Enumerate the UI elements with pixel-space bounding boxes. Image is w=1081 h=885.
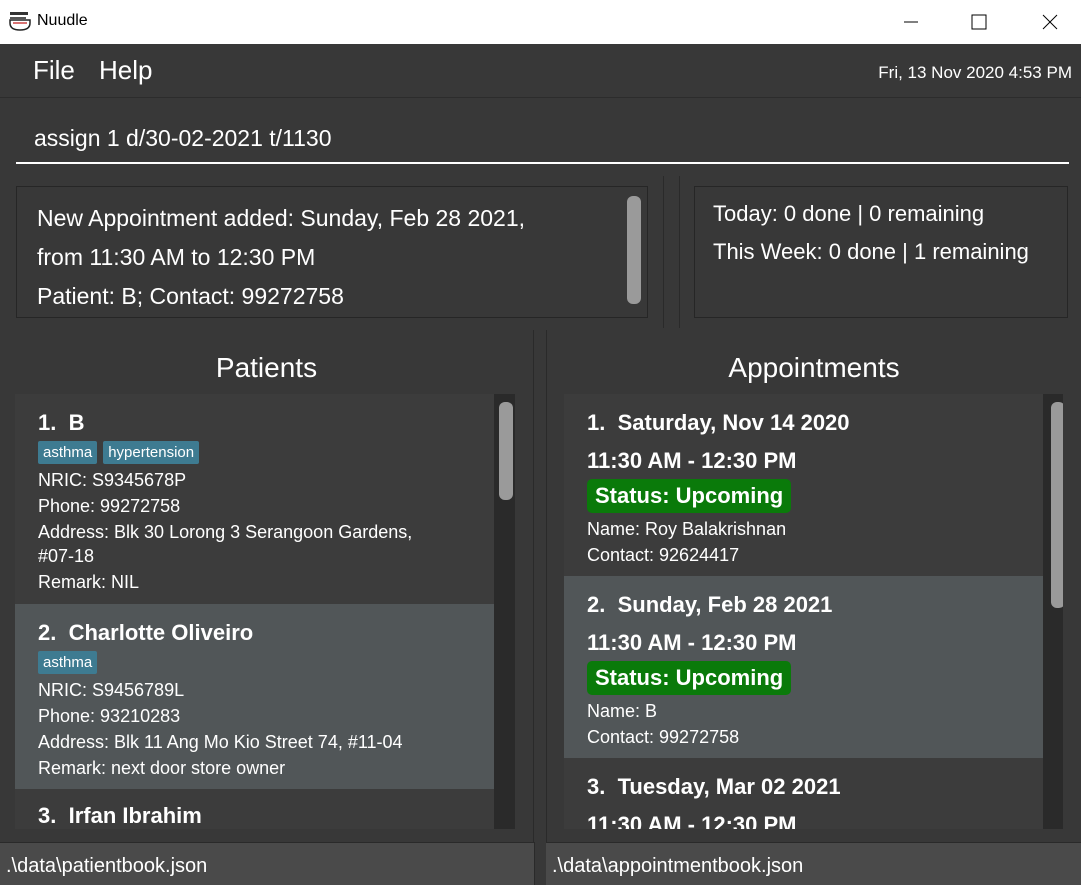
patient-list[interactable]: 1. B asthma hypertension NRIC: S9345678P …	[15, 394, 515, 829]
title-bar: Nuudle	[0, 0, 1081, 44]
appointment-time: 11:30 AM - 12:30 PM	[587, 812, 797, 829]
status-badge: Status: Upcoming	[587, 479, 792, 513]
appointment-time: 11:30 AM - 12:30 PM	[587, 448, 797, 473]
patient-tags: asthma hypertension	[38, 441, 205, 464]
patient-name: 3. Irfan Ibrahim	[38, 803, 202, 829]
menu-help[interactable]: Help	[99, 55, 152, 86]
close-icon	[1042, 14, 1058, 30]
appointment-date-text: Saturday, Nov 14 2020	[617, 410, 850, 435]
maximize-icon	[971, 14, 987, 30]
patient-nric: NRIC: S9345678P	[38, 470, 187, 490]
appointment-card[interactable]: 1. Saturday, Nov 14 2020 11:30 AM - 12:3…	[564, 394, 1043, 576]
patients-title: Patients	[215, 352, 318, 383]
command-input[interactable]	[16, 114, 1069, 164]
result-message: New Appointment added: Sunday, Feb 28 20…	[37, 205, 526, 309]
patient-remark: Remark: next door store owner	[38, 758, 286, 778]
menu-bar: File Help Fri, 13 Nov 2020 4:53 PM	[0, 44, 1081, 98]
appointment-list-scrollbar[interactable]	[1051, 402, 1063, 608]
stats-display-area: Today: 0 done | 0 remaining This Week: 0…	[679, 176, 1081, 328]
patient-list-scrollbar[interactable]	[499, 402, 513, 500]
appointment-time: 11:30 AM - 12:30 PM	[587, 630, 797, 655]
tag: hypertension	[103, 441, 200, 464]
appointment-date: 1. Saturday, Nov 14 2020	[587, 410, 850, 436]
patient-name-text: B	[68, 410, 85, 435]
result-scrollbar[interactable]	[627, 196, 641, 304]
appointment-contact: Contact: 92624417	[587, 545, 740, 565]
tag: asthma	[38, 651, 98, 674]
appointment-date: 2. Sunday, Feb 28 2021	[587, 592, 832, 618]
stats-week: This Week: 0 done | 1 remaining	[713, 239, 1029, 264]
noodle-bowl-icon	[9, 12, 31, 31]
stats-today: Today: 0 done | 0 remaining	[713, 201, 985, 226]
appointments-panel: Appointments 1. Saturday, Nov 14 2020 11…	[546, 330, 1081, 842]
close-button[interactable]	[1027, 0, 1073, 44]
result-display-area: New Appointment added: Sunday, Feb 28 20…	[0, 176, 664, 328]
patient-index: 1.	[38, 410, 57, 435]
tag: asthma	[38, 441, 98, 464]
patient-nric: NRIC: S9456789L	[38, 680, 185, 700]
patient-address-cont: #07-18	[38, 546, 95, 566]
app-title: Nuudle	[37, 12, 88, 29]
appointment-card[interactable]: 3. Tuesday, Mar 02 2021 11:30 AM - 12:30…	[564, 758, 1043, 829]
patient-phone: Phone: 99272758	[38, 496, 181, 516]
patient-card[interactable]: 1. B asthma hypertension NRIC: S9345678P …	[15, 394, 494, 604]
patient-status-bar: .\data\patientbook.json	[0, 842, 535, 885]
patients-panel: Patients 1. B asthma hypertension NRIC: S…	[0, 330, 534, 842]
patient-phone: Phone: 93210283	[38, 706, 181, 726]
appointment-patient-name: Name: B	[587, 701, 658, 721]
patient-index: 2.	[38, 620, 57, 645]
appointment-index: 2.	[587, 592, 606, 617]
minimize-button[interactable]	[888, 0, 934, 44]
patient-index: 3.	[38, 803, 57, 828]
patient-tags: asthma	[38, 651, 103, 674]
current-datetime: Fri, 13 Nov 2020 4:53 PM	[878, 63, 1072, 82]
maximize-button[interactable]	[956, 0, 1002, 44]
patient-card[interactable]: 3. Irfan Ibrahim	[15, 789, 494, 829]
appointment-contact: Contact: 99272758	[587, 727, 740, 747]
patient-name: 1. B	[38, 410, 84, 436]
command-box	[0, 98, 1081, 174]
appointment-date-text: Tuesday, Mar 02 2021	[617, 774, 841, 799]
patient-name-text: Irfan Ibrahim	[68, 803, 202, 828]
patient-file-path: .\data\patientbook.json	[6, 855, 208, 877]
appointment-list[interactable]: 1. Saturday, Nov 14 2020 11:30 AM - 12:3…	[564, 394, 1063, 829]
appointment-date: 3. Tuesday, Mar 02 2021	[587, 774, 841, 800]
patient-remark: Remark: NIL	[38, 572, 140, 592]
patient-card[interactable]: 2. Charlotte Oliveiro asthma NRIC: S9456…	[15, 604, 494, 789]
stats-display: Today: 0 done | 0 remaining This Week: 0…	[694, 186, 1068, 318]
patient-name-text: Charlotte Oliveiro	[68, 620, 254, 645]
appointment-status-bar: .\data\appointmentbook.json	[546, 842, 1081, 885]
minimize-icon	[904, 21, 918, 23]
appointment-date-text: Sunday, Feb 28 2021	[617, 592, 833, 617]
appointment-index: 3.	[587, 774, 606, 799]
result-display: New Appointment added: Sunday, Feb 28 20…	[16, 186, 648, 318]
appointment-index: 1.	[587, 410, 606, 435]
patient-address: Address: Blk 11 Ang Mo Kio Street 74, #1…	[38, 732, 403, 752]
appointment-card[interactable]: 2. Sunday, Feb 28 2021 11:30 AM - 12:30 …	[564, 576, 1043, 758]
patient-name: 2. Charlotte Oliveiro	[38, 620, 253, 646]
panel-divider[interactable]	[534, 330, 546, 885]
appointment-patient-name: Name: Roy Balakrishnan	[587, 519, 787, 539]
menu-file[interactable]: File	[33, 55, 75, 86]
appointments-title: Appointments	[728, 352, 900, 383]
patient-address: Address: Blk 30 Lorong 3 Serangoon Garde…	[38, 522, 413, 542]
status-badge: Status: Upcoming	[587, 661, 792, 695]
appointment-file-path: .\data\appointmentbook.json	[552, 855, 804, 877]
